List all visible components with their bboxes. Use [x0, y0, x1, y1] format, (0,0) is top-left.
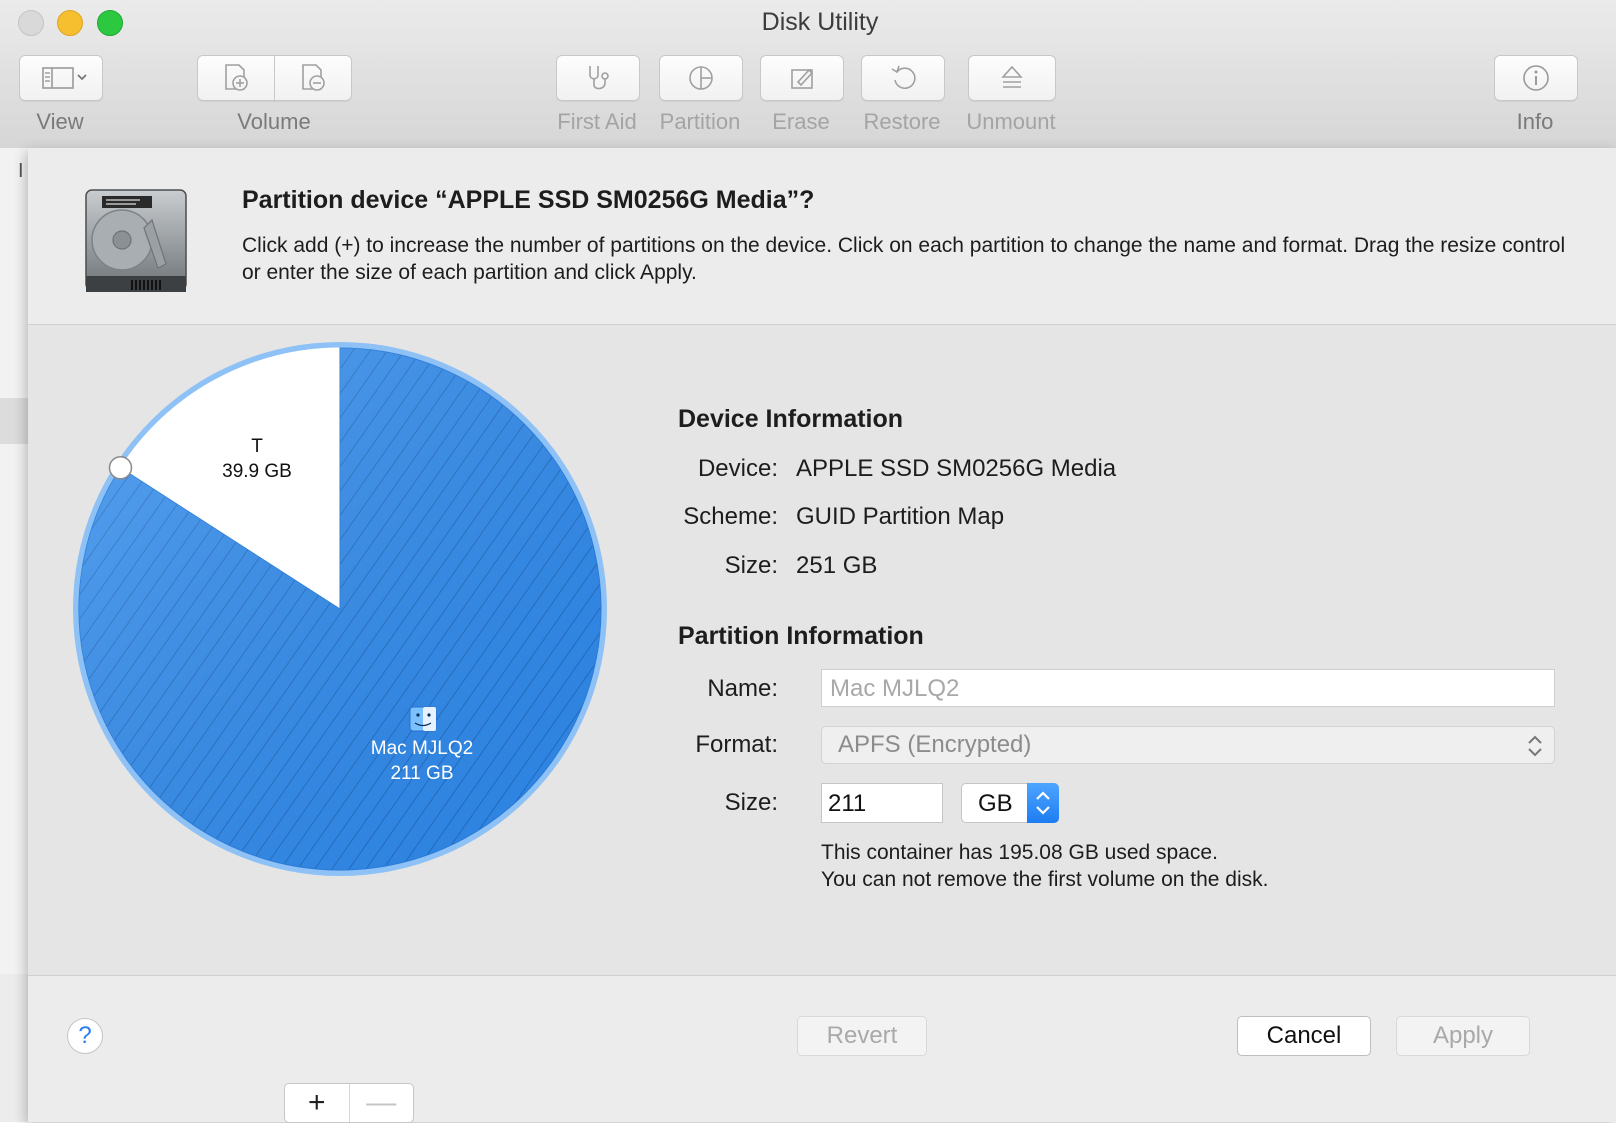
partition-sheet: Partition device “APPLE SSD SM0256G Medi… [28, 148, 1616, 1123]
device-info-heading: Device Information [678, 405, 904, 433]
erase-label: Erase [772, 109, 830, 134]
revert-button[interactable]: Revert [797, 1016, 927, 1056]
format-select-value: APFS (Encrypted) [838, 731, 1032, 758]
help-button[interactable]: ? [67, 1018, 103, 1054]
window-title: Disk Utility [761, 8, 879, 36]
restore-icon [891, 65, 916, 89]
restore-label: Restore [863, 109, 941, 134]
size-unit-stepper[interactable] [1027, 783, 1059, 823]
format-label: Format: [695, 731, 778, 758]
partition-size-label: Size: [724, 789, 778, 816]
device-label: Device: [697, 455, 778, 482]
sheet-title: Partition device “APPLE SSD SM0256G Medi… [242, 186, 815, 214]
cancel-button[interactable]: Cancel [1237, 1016, 1371, 1056]
unmount-label: Unmount [966, 109, 1056, 134]
partition-label: Partition [659, 109, 741, 134]
sheet-body: T 39.9 GB Mac MJLQ2 211 GB + — Device In… [28, 325, 1616, 1123]
sheet-header: Partition device “APPLE SSD SM0256G Medi… [28, 148, 1616, 325]
remove-volume-icon [302, 64, 325, 91]
name-label: Name: [707, 675, 778, 702]
sheet-description: Click add (+) to increase the number of … [242, 234, 1566, 284]
info-label: Info [1516, 109, 1554, 134]
partition-t-size: 39.9 GB [222, 461, 292, 482]
size-unit-value: GB [978, 790, 1013, 817]
scheme-label: Scheme: [683, 503, 778, 530]
erase-button[interactable] [760, 55, 844, 101]
sidebar-toggle-icon [42, 67, 87, 89]
remove-partition-button[interactable]: — [350, 1084, 414, 1122]
add-volume-icon [225, 64, 248, 91]
partition-mac-size: 211 GB [390, 763, 453, 784]
partition-button[interactable] [659, 55, 743, 101]
partition-name-field[interactable]: Mac MJLQ2 [821, 669, 1555, 707]
first-aid-button[interactable] [556, 55, 640, 101]
remove-volume-button[interactable] [274, 55, 352, 101]
partition-icon [689, 66, 713, 90]
sidebar-item-glyph: I [18, 160, 24, 182]
up-down-chevron-icon [1036, 791, 1050, 815]
remove-volume-note: You can not remove the first volume on t… [821, 868, 1269, 891]
partition-resize-handle[interactable] [108, 456, 133, 480]
used-space-note: This container has 195.08 GB used space. [821, 841, 1218, 864]
info-button[interactable] [1494, 55, 1578, 101]
partition-size-field[interactable]: 211 [821, 783, 943, 823]
partition-t-name: T [251, 436, 263, 457]
first-aid-label: First Aid [557, 109, 637, 134]
partition-pie-chart[interactable]: T 39.9 GB Mac MJLQ2 211 GB [68, 342, 628, 902]
finder-icon [409, 706, 437, 732]
add-remove-partition-control: + — [284, 1083, 414, 1123]
device-size-label: Size: [724, 552, 778, 579]
sidebar-selected-item[interactable] [0, 398, 28, 444]
add-volume-button[interactable] [197, 55, 275, 101]
unmount-button[interactable] [968, 55, 1056, 101]
sidebar [0, 148, 29, 974]
partition-mac-name: Mac MJLQ2 [371, 738, 473, 759]
eject-icon [1001, 65, 1023, 88]
size-unit-select[interactable]: GB [961, 783, 1059, 823]
add-partition-button[interactable]: + [285, 1084, 350, 1122]
device-value: APPLE SSD SM0256G Media [796, 455, 1117, 482]
apply-button[interactable]: Apply [1396, 1016, 1530, 1056]
partition-info-heading: Partition Information [678, 622, 924, 650]
disk-utility-window: Disk Utility View Volume First Aid Parti… [0, 0, 1616, 1123]
erase-icon [791, 68, 814, 89]
info-icon [1523, 65, 1549, 91]
hard-drive-icon [85, 189, 187, 292]
up-down-chevron-icon [1528, 735, 1542, 757]
volume-label: Volume [237, 109, 311, 134]
stethoscope-icon [589, 66, 609, 90]
format-select[interactable]: APFS (Encrypted) [821, 726, 1555, 764]
restore-button[interactable] [861, 55, 945, 101]
device-size-value: 251 GB [796, 552, 878, 579]
view-button[interactable] [19, 55, 103, 101]
view-label: View [36, 109, 84, 134]
title-bar: Disk Utility View Volume First Aid Parti… [0, 0, 1616, 149]
scheme-value: GUID Partition Map [796, 503, 1005, 530]
